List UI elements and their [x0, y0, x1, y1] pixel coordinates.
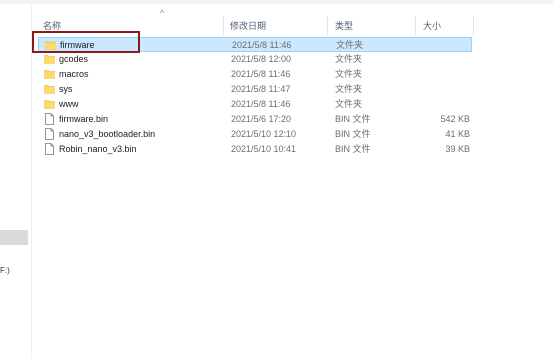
column-divider[interactable]	[223, 16, 224, 36]
folder-icon	[43, 84, 56, 94]
column-divider[interactable]	[473, 16, 474, 36]
file-date: 2021/5/10 12:10	[231, 129, 297, 139]
file-row[interactable]: www 2021/5/8 11:46 文件夹	[38, 97, 472, 112]
file-date: 2021/5/8 11:46	[231, 69, 291, 79]
file-name: gcodes	[59, 54, 89, 64]
nav-item-selected[interactable]	[0, 230, 28, 245]
file-name: firmware.bin	[59, 114, 109, 124]
file-date: 2021/5/8 11:46	[232, 40, 292, 50]
file-name: www	[59, 99, 79, 109]
file-name: macros	[59, 69, 89, 79]
folder-icon	[43, 99, 56, 109]
file-row[interactable]: nano_v3_bootloader.bin 2021/5/10 12:10 BIN…	[38, 127, 472, 142]
file-type: 文件夹	[335, 84, 363, 94]
annotation-highlight-box	[32, 31, 140, 53]
column-divider[interactable]	[327, 16, 328, 36]
file-type: BIN 文件	[335, 129, 371, 139]
file-date: 2021/5/8 12:00	[231, 54, 292, 64]
file-type: 文件夹	[335, 54, 363, 64]
file-name: sys	[59, 84, 73, 94]
folder-icon	[43, 54, 56, 64]
file-icon	[44, 113, 55, 125]
column-date[interactable]: 修改日期	[230, 18, 266, 34]
file-size	[410, 97, 470, 112]
file-type: BIN 文件	[335, 144, 371, 154]
file-name: Robin_nano_v3.bin	[59, 144, 137, 154]
file-date: 2021/5/8 11:47	[231, 84, 291, 94]
column-size[interactable]: 大小	[423, 18, 441, 34]
column-divider[interactable]	[415, 16, 416, 36]
nav-drive-label[interactable]: F:)	[0, 266, 10, 275]
file-row[interactable]: Robin_nano_v3.bin 2021/5/10 10:41 BIN 文件 39…	[38, 142, 472, 157]
file-size: 39 KB	[445, 144, 470, 154]
file-type: 文件夹	[336, 40, 364, 50]
file-size	[410, 52, 470, 67]
file-row[interactable]: gcodes 2021/5/8 12:00 文件夹	[38, 52, 472, 67]
file-date: 2021/5/10 10:41	[231, 144, 297, 154]
file-icon	[44, 128, 55, 140]
file-icon	[44, 143, 55, 155]
file-size	[410, 67, 470, 82]
file-size: 542 KB	[440, 114, 470, 124]
file-row[interactable]: firmware.bin 2021/5/6 17:20 BIN 文件 542 KB	[38, 112, 472, 127]
column-type[interactable]: 类型	[335, 18, 353, 34]
file-type: BIN 文件	[335, 114, 371, 124]
navigation-pane[interactable]: F:)	[0, 4, 32, 359]
file-type: 文件夹	[335, 99, 363, 109]
file-date: 2021/5/6 17:20	[231, 114, 292, 124]
file-name: nano_v3_bootloader.bin	[59, 129, 156, 139]
file-size	[411, 38, 471, 53]
folder-icon	[43, 69, 56, 79]
file-type: 文件夹	[335, 69, 363, 79]
sort-ascending-icon: ^	[160, 8, 165, 18]
file-row[interactable]: macros 2021/5/8 11:46 文件夹	[38, 67, 472, 82]
file-size: 41 KB	[445, 129, 470, 139]
file-size	[410, 82, 470, 97]
file-date: 2021/5/8 11:46	[231, 99, 291, 109]
file-row[interactable]: sys 2021/5/8 11:47 文件夹	[38, 82, 472, 97]
